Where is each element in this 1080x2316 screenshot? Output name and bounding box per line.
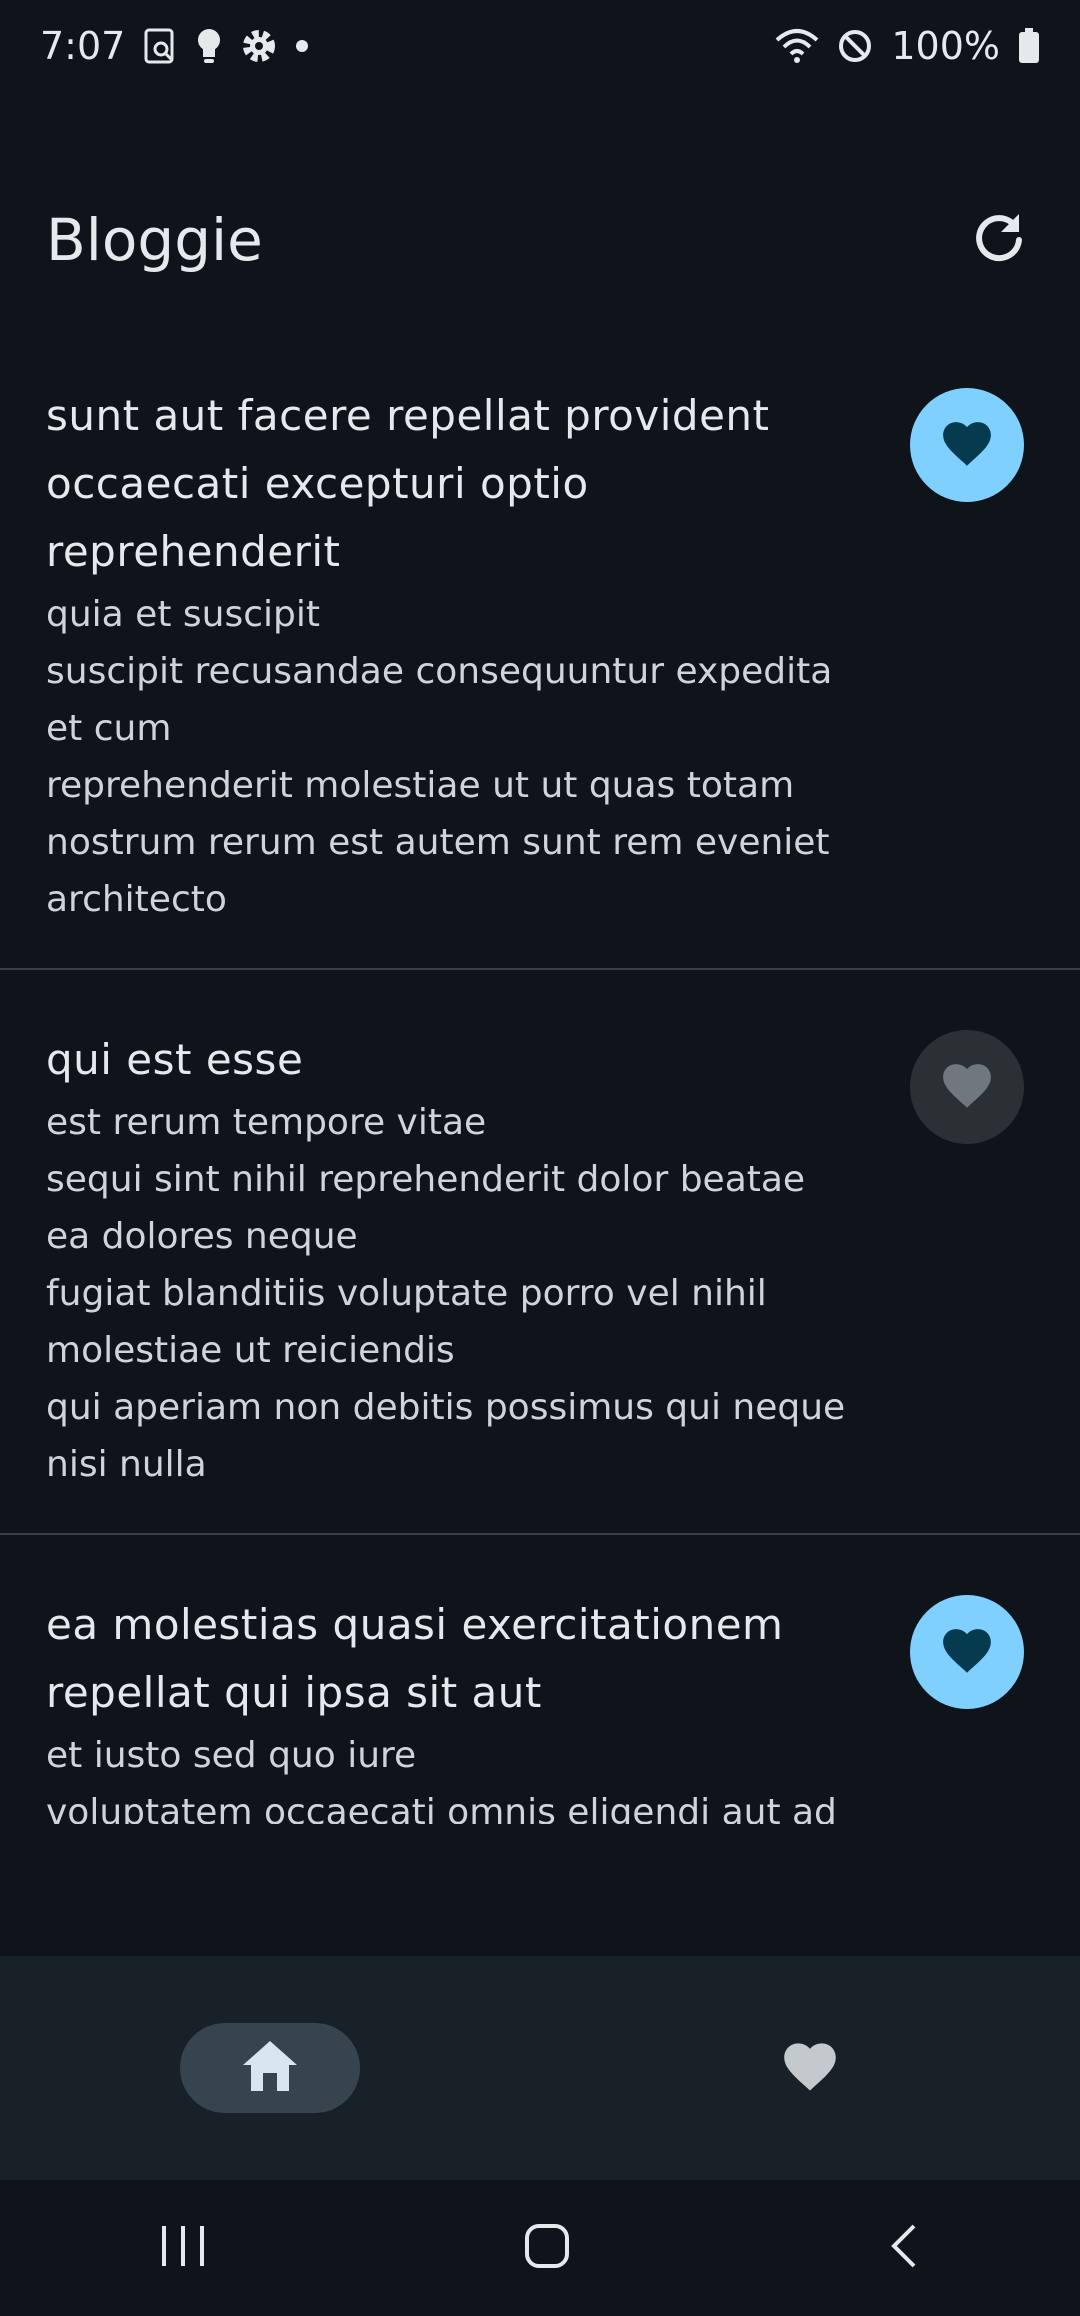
post-text: ea molestias quasi exercitationem repell…	[46, 1591, 846, 1824]
post-item[interactable]: sunt aut facere repellat provident occae…	[0, 362, 1080, 970]
refresh-icon	[971, 210, 1027, 270]
favorite-button[interactable]	[910, 1595, 1024, 1709]
home-icon	[241, 2039, 299, 2097]
recent-apps-button[interactable]	[158, 2224, 208, 2272]
system-navigation-bar	[0, 2180, 1080, 2316]
post-body: et iusto sed quo iure voluptatem occaeca…	[46, 1735, 837, 1824]
wifi-icon	[775, 28, 819, 64]
top-app-bar: Bloggie	[0, 190, 1080, 290]
back-button[interactable]	[886, 2222, 922, 2274]
status-left: 7:07	[40, 24, 309, 68]
post-title: sunt aut facere repellat provident occae…	[46, 391, 770, 576]
do-not-disturb-icon	[837, 28, 873, 64]
post-text: sunt aut facere repellat provident occae…	[46, 382, 846, 928]
post-text: qui est esse est rerum tempore vitae seq…	[46, 1026, 846, 1493]
heart-icon	[780, 2039, 840, 2097]
heart-icon	[939, 1060, 995, 1114]
battery-icon	[1018, 28, 1040, 64]
favorite-button[interactable]	[910, 388, 1024, 502]
post-title: ea molestias quasi exercitationem repell…	[46, 1600, 784, 1717]
nav-home[interactable]	[180, 2023, 360, 2113]
notification-dot-icon	[295, 39, 309, 53]
heart-icon	[939, 1625, 995, 1679]
screenshot-icon	[143, 27, 177, 65]
status-right: 100%	[775, 24, 1040, 68]
status-bar: 7:07 100%	[0, 0, 1080, 92]
heart-icon	[939, 418, 995, 472]
post-body: est rerum tempore vitae sequi sint nihil…	[46, 1102, 846, 1485]
post-item[interactable]: qui est esse est rerum tempore vitae seq…	[0, 970, 1080, 1535]
battery-percent: 100%	[891, 24, 1000, 68]
lightbulb-icon	[195, 27, 223, 65]
post-title: qui est esse	[46, 1035, 304, 1084]
status-time: 7:07	[40, 24, 126, 68]
home-system-button[interactable]	[523, 2222, 571, 2274]
bottom-navigation	[0, 1956, 1080, 2180]
post-item[interactable]: ea molestias quasi exercitationem repell…	[0, 1535, 1080, 1824]
post-list[interactable]: sunt aut facere repellat provident occae…	[0, 362, 1080, 1824]
favorite-button[interactable]	[910, 1030, 1024, 1144]
app-title: Bloggie	[46, 206, 263, 274]
post-body: quia et suscipit suscipit recusandae con…	[46, 594, 833, 920]
settings-gear-icon	[241, 28, 277, 64]
refresh-button[interactable]	[964, 205, 1034, 275]
nav-favorites[interactable]	[720, 2023, 900, 2113]
